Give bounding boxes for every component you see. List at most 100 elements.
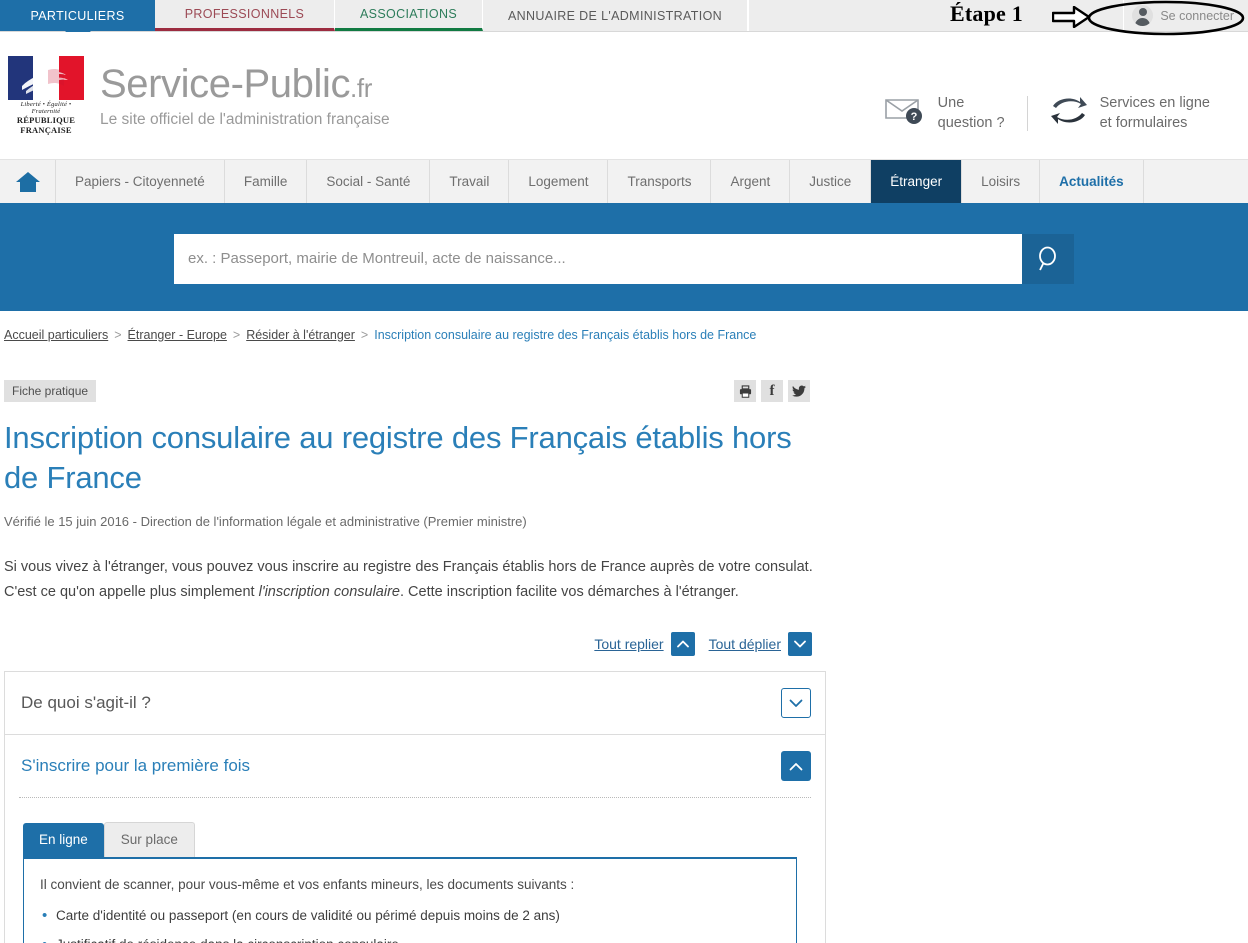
chevron-down-icon [788, 632, 812, 657]
nav-item-transports[interactable]: Transports [608, 160, 712, 203]
audience-tab-associations[interactable]: ASSOCIATIONS [335, 0, 483, 31]
nav-item-label: Étranger [890, 174, 943, 189]
envelope-question-icon: ? [884, 99, 922, 124]
nav-item-famille[interactable]: Famille [224, 160, 308, 203]
nav-item-label: Justice [809, 174, 852, 189]
nav-item-label: Loisirs [981, 174, 1021, 189]
search-form [174, 233, 1074, 284]
header-link-question[interactable]: ? Une question ? [862, 94, 1027, 133]
header-link-services-text: Services en ligne et formulaires [1100, 94, 1210, 133]
search-button[interactable] [1022, 233, 1074, 284]
nav-item-label: Papiers - Citoyenneté [75, 174, 205, 189]
chevron-down-icon[interactable] [781, 688, 811, 719]
marianne-icon [22, 68, 68, 94]
list-item: Carte d'identité ou passeport (en cours … [40, 905, 780, 926]
breadcrumb-separator: > [232, 328, 241, 342]
search-input[interactable] [174, 233, 1022, 284]
twitter-icon [792, 385, 806, 397]
header-link-line2: question ? [937, 114, 1005, 131]
accordion-section-sinscrire-premiere-fois[interactable]: S'inscrire pour la première fois [5, 735, 825, 797]
nav-item-label: Logement [528, 174, 589, 189]
facebook-button[interactable]: f [761, 380, 783, 402]
audience-tab-particuliers[interactable]: PARTICULIERS [0, 0, 155, 42]
nav-item-label: Actualités [1059, 174, 1124, 189]
login-button[interactable]: Se connecter [1123, 0, 1248, 31]
accordion: De quoi s'agit-il ? S'inscrire pour la p… [4, 671, 826, 943]
breadcrumb-item-accueil[interactable]: Accueil particuliers [4, 328, 108, 342]
avatar-icon [1132, 5, 1154, 26]
page-title: Inscription consulaire au registre des F… [4, 420, 792, 496]
accordion-section-title: S'inscrire pour la première fois [21, 756, 251, 776]
tab-sur-place[interactable]: Sur place [103, 822, 195, 858]
home-icon [15, 171, 40, 192]
collapse-all-button[interactable]: Tout replier [594, 632, 695, 657]
nav-home-button[interactable] [0, 160, 56, 203]
audience-tab-annuaire[interactable]: ANNUAIRE DE L'ADMINISTRATION [483, 0, 748, 31]
nav-item-label: Social - Santé [326, 174, 411, 189]
nav-item-argent[interactable]: Argent [711, 160, 791, 203]
chevron-up-icon [670, 632, 695, 657]
fold-controls: Tout replier Tout déplier [4, 632, 826, 657]
nav-item-travail[interactable]: Travail [430, 160, 510, 203]
collapse-all-label: Tout replier [594, 636, 664, 653]
nav-item-actualites[interactable]: Actualités [1040, 160, 1144, 203]
nav-item-logement[interactable]: Logement [509, 160, 609, 203]
breadcrumb-item-etranger-europe[interactable]: Étranger - Europe [128, 328, 227, 342]
tab-label: En ligne [39, 832, 88, 848]
header-link-line1: Services en ligne [1099, 95, 1210, 111]
french-flag-icon [8, 56, 84, 100]
nav-item-loisirs[interactable]: Loisirs [962, 160, 1041, 203]
expand-all-button[interactable]: Tout déplier [709, 632, 812, 657]
print-button[interactable] [734, 380, 756, 402]
article-intro: Si vous vivez à l'étranger, vous pouvez … [4, 555, 826, 605]
login-label: Se connecter [1160, 8, 1234, 23]
exchange-arrows-icon [1050, 97, 1087, 124]
audience-bar: PARTICULIERS PROFESSIONNELS ASSOCIATIONS… [0, 0, 1248, 42]
breadcrumb-separator: > [360, 328, 369, 342]
header-link-services[interactable]: Services en ligne et formulaires [1028, 94, 1232, 133]
panel-lead-text: Il convient de scanner, pour vous-même e… [40, 877, 575, 893]
intro-text-italic: l'inscription consulaire [258, 583, 400, 600]
nav-item-label: Argent [730, 174, 771, 189]
audience-tab-label: PARTICULIERS [30, 8, 125, 23]
header-link-line1: Une [937, 95, 965, 111]
audience-tab-label: PROFESSIONNELS [184, 7, 305, 21]
panel-document-list: Carte d'identité ou passeport (en cours … [40, 905, 780, 943]
print-icon [739, 384, 751, 398]
content-type-badge: Fiche pratique [4, 380, 97, 402]
accordion-section-title: De quoi s'agit-il ? [21, 693, 151, 713]
share-buttons: f [734, 380, 810, 402]
chevron-up-icon[interactable] [781, 751, 811, 782]
logo-caption: Liberté • Égalité • Fraternité RÉPUBLIQU… [8, 101, 84, 135]
nav-tail-spacer [1143, 160, 1248, 203]
facebook-icon: f [769, 382, 775, 399]
site-name: Service-Public [100, 61, 351, 106]
twitter-button[interactable] [788, 380, 810, 402]
list-item: Justificatif de résidence dans la circon… [40, 934, 780, 943]
intro-text-part2: . Cette inscription facilite vos démarch… [399, 583, 739, 600]
accordion-section-de-quoi-sagit-il[interactable]: De quoi s'agit-il ? [5, 672, 825, 736]
nav-item-social-sante[interactable]: Social - Santé [307, 160, 431, 203]
tab-en-ligne[interactable]: En ligne [23, 823, 104, 858]
nav-item-papiers-citoyennete[interactable]: Papiers - Citoyenneté [56, 160, 225, 203]
header-utility-links: ? Une question ? Services en ligne et fo… [862, 94, 1232, 133]
site-title: Service-Public.fr [100, 64, 390, 104]
badge-and-share-row: Fiche pratique f [4, 380, 826, 402]
breadcrumb-item-resider-etranger[interactable]: Résider à l'étranger [246, 328, 355, 342]
main-navigation: Papiers - Citoyenneté Famille Social - S… [0, 160, 1248, 206]
site-header: Liberté • Égalité • Fraternité RÉPUBLIQU… [0, 32, 1248, 160]
nav-item-justice[interactable]: Justice [790, 160, 872, 203]
nav-item-etranger[interactable]: Étranger [871, 160, 963, 203]
site-tld: .fr [350, 72, 372, 103]
search-band [0, 206, 1248, 311]
logo-block[interactable]: Liberté • Égalité • Fraternité RÉPUBLIQU… [0, 56, 390, 135]
header-link-question-text: Une question ? [938, 94, 1005, 133]
breadcrumb: Accueil particuliers > Étranger - Europe… [0, 311, 1248, 342]
verified-date: Vérifié le 15 juin 2016 - Direction de l… [4, 513, 527, 529]
header-link-line2: et formulaires [1099, 114, 1188, 131]
audience-tab-label: ANNUAIRE DE L'ADMINISTRATION [507, 8, 723, 23]
audience-tab-professionnels[interactable]: PROFESSIONNELS [155, 0, 335, 31]
audience-tab-label: ASSOCIATIONS [359, 7, 458, 21]
republique-francaise-logo: Liberté • Égalité • Fraternité RÉPUBLIQU… [8, 56, 84, 135]
breadcrumb-separator: > [114, 328, 122, 342]
